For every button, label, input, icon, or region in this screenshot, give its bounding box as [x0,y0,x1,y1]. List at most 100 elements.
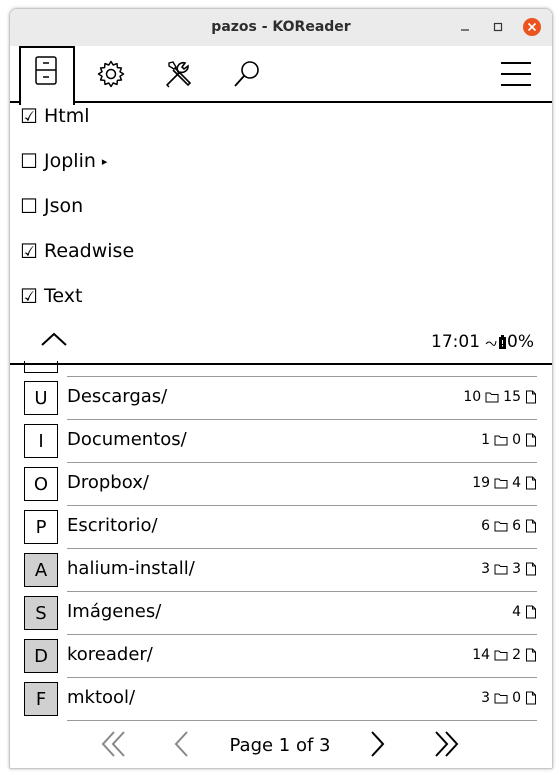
file-count: 0 [512,432,521,448]
folder-name: Documentos/ [67,429,187,450]
shortcut-key: O [24,467,58,501]
item-counts: 14 2 [472,647,537,663]
koreader-window: pazos - KOReader ☑ Html ☐ Joplin ▸ ☐ Jso… [9,8,553,769]
list-item-halium-install[interactable]: A halium-install/ 3 3 [10,549,552,592]
file-icon [526,390,536,404]
folder-name: Descargas/ [67,386,168,407]
checkbox-unchecked[interactable]: ☐ [20,194,44,218]
search-icon [234,61,259,87]
item-counts: 6 6 [481,518,537,534]
checkbox-checked[interactable]: ☑ [20,284,44,308]
checkbox-checked[interactable]: ☑ [20,104,44,128]
last-page-button[interactable] [432,729,460,763]
folder-count: 14 [472,647,491,663]
list-item-koreader[interactable]: D koreader/ 14 2 [10,635,552,678]
shortcut-key: I [24,424,58,458]
hamburger-menu-icon [501,62,531,86]
file-icon [526,519,536,533]
folder-count: 3 [481,561,491,577]
minimize-button[interactable] [456,18,474,36]
list-item-dropbox[interactable]: O Dropbox/ 19 4 [10,463,552,506]
folder-icon [494,693,508,704]
list-item-documentos[interactable]: I Documentos/ 1 0 [10,420,552,463]
status-bar: 17:01 0% [431,332,534,352]
list-item-escritorio[interactable]: P Escritorio/ 6 6 [10,506,552,549]
shortcut-key: S [24,596,58,630]
folder-name: halium-install/ [67,558,195,579]
menu-bar-underline [10,101,552,103]
maximize-icon [493,22,503,32]
folder-icon [494,521,508,532]
folder-count: 19 [472,475,491,491]
shortcut-key: D [24,639,58,673]
settings-gear-icon [97,60,125,88]
clock-time: 17:01 [431,332,481,352]
tab-settings[interactable] [93,56,129,92]
tab-filemanager[interactable] [19,46,75,105]
folder-name: Imágenes/ [67,601,162,622]
pagination-bar: Page 1 of 3 [10,725,552,765]
shortcut-key: F [24,682,58,716]
file-count: 2 [512,647,521,663]
menu-item-label: Readwise [44,240,135,262]
page-indicator[interactable]: Page 1 of 3 [210,735,350,756]
title-bar: pazos - KOReader [10,9,552,46]
file-count: 6 [512,518,521,534]
list-item-mktool[interactable]: F mktool/ 3 0 [10,678,552,721]
double-chevron-right-icon [435,731,459,757]
collapse-menu-button[interactable] [40,329,68,353]
prev-page-button[interactable] [172,729,192,763]
chevron-right-icon [371,731,385,757]
menu-footer: 17:01 0% [10,323,552,363]
menu-bar [10,46,552,105]
minimize-icon [461,29,469,31]
main-menu-button[interactable] [498,56,534,92]
tab-search[interactable] [229,56,265,92]
file-icon [526,433,536,447]
file-icon [526,562,536,576]
partial-list-row [10,361,552,377]
menu-item-json[interactable]: ☐ Json [20,189,83,223]
folder-count: 1 [481,432,491,448]
menu-item-joplin[interactable]: ☐ Joplin ▸ [20,144,107,178]
chevron-up-icon [41,332,67,346]
file-icon [526,648,536,662]
file-count: 15 [503,389,521,405]
folder-count: 10 [463,389,482,405]
row-divider [67,720,537,721]
folder-icon [494,435,508,446]
close-button[interactable] [523,18,541,36]
battery-icon [499,334,507,349]
item-counts: 1 0 [481,432,537,448]
checkbox-checked[interactable]: ☑ [20,239,44,263]
list-item-descargas[interactable]: U Descargas/ 10 15 [10,377,552,420]
folder-count: 6 [481,518,491,534]
item-counts: 4 [512,604,537,620]
folder-count: 3 [481,690,491,706]
folder-icon [485,392,499,403]
maximize-button[interactable] [489,18,507,36]
file-count: 4 [512,475,521,491]
menu-item-label: Text [44,285,83,307]
wifi-off-icon [485,340,497,346]
battery-level: 0% [507,332,534,352]
menu-item-text[interactable]: ☑ Text [20,279,82,313]
first-page-button[interactable] [100,729,128,763]
next-page-button[interactable] [367,729,387,763]
tab-tools[interactable] [161,56,197,92]
file-icon [526,691,536,705]
file-count: 0 [512,690,521,706]
file-count: 4 [512,604,521,620]
list-item-imagenes[interactable]: S Imágenes/ 4 [10,592,552,635]
checkbox-unchecked[interactable]: ☐ [20,149,44,173]
folder-icon [494,650,508,661]
folder-icon [494,564,508,575]
tools-icon [166,61,192,88]
double-chevron-left-icon [101,731,125,757]
file-icon [526,605,536,619]
file-count: 3 [512,561,521,577]
item-counts: 19 4 [472,475,537,491]
folder-name: Dropbox/ [67,472,149,493]
menu-item-readwise[interactable]: ☑ Readwise [20,234,134,268]
folder-name: Escritorio/ [67,515,158,536]
